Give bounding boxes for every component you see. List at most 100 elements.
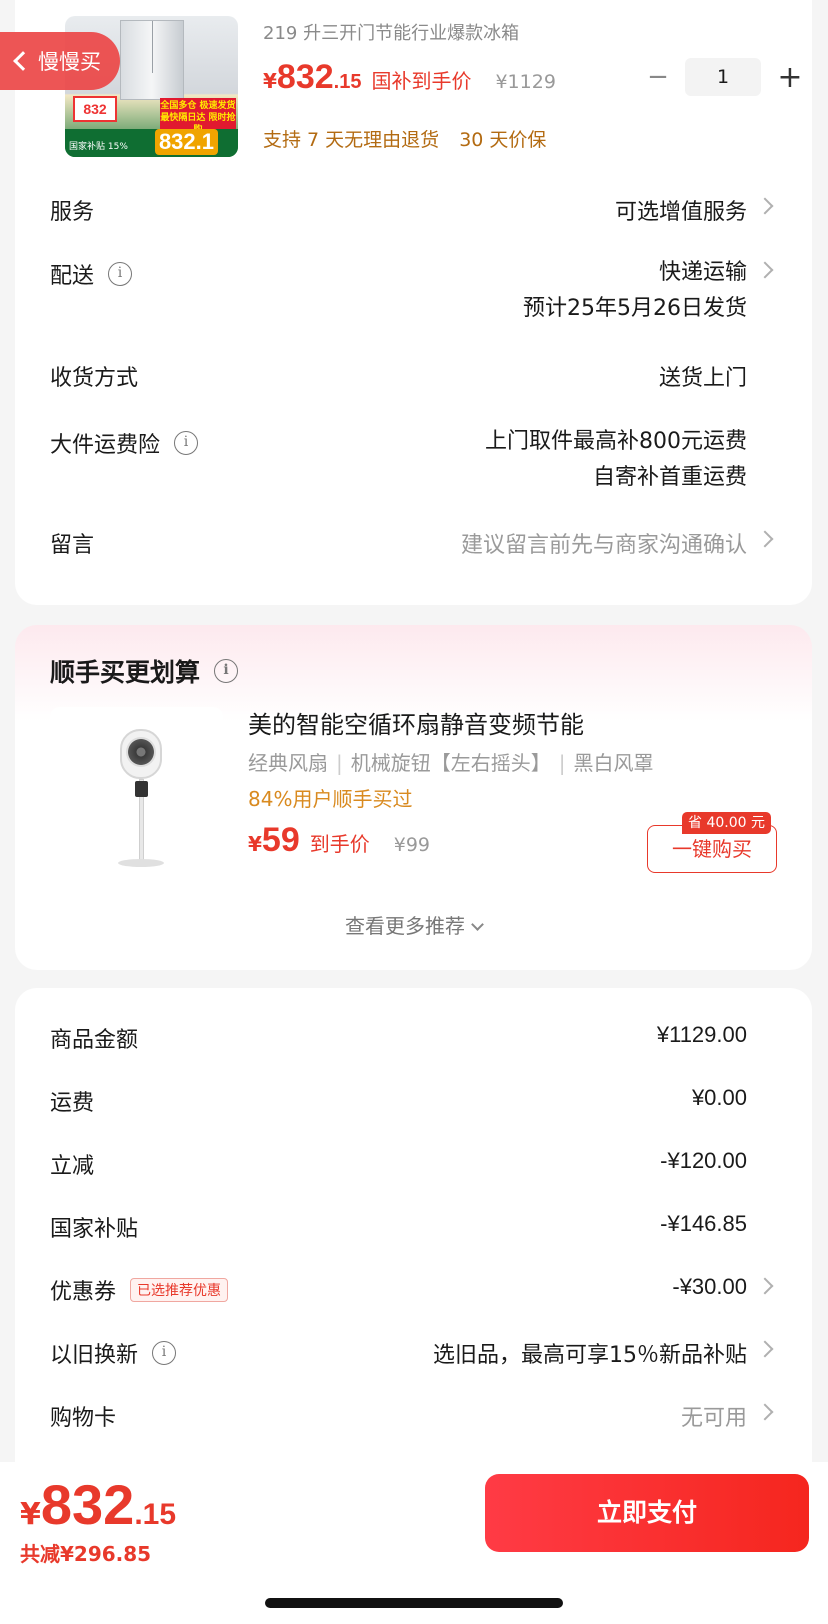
decrease-quantity-button[interactable]: − (647, 62, 669, 92)
price-currency: ¥ (263, 69, 277, 93)
summary-label: 以旧换新 (50, 1343, 139, 1368)
summary-value: -¥146.85 (660, 1211, 747, 1236)
price-decimal: .15 (333, 71, 362, 93)
product-price: ¥ 832 .15 国补到手价 ¥1129 (263, 58, 556, 102)
row-freight-insurance: 大件运费险 i 上门取件最高补800元运费 自寄补首重运费 (50, 427, 777, 490)
total-currency: ¥ (20, 1497, 41, 1532)
message-placeholder[interactable]: 建议留言前先与商家沟通确认 (461, 527, 747, 559)
summary-value: -¥30.00 (672, 1274, 747, 1299)
service-value: 可选增值服务 (614, 200, 747, 225)
fan-grill (126, 737, 156, 767)
recommendation-card: 顺手买更划算 i 美的智能空循环扇静音变频节能 经典风扇 | 机械旋钮【左右摇头】 |… (15, 625, 812, 970)
quantity-field[interactable]: 1 (685, 58, 761, 96)
original-price: ¥1129 (495, 71, 556, 93)
recommended-product-spec: 经典风扇 | 机械旋钮【左右摇头】 | 黑白风罩 (248, 751, 654, 775)
quantity-stepper: − 1 + (647, 58, 803, 96)
coupon-status-badge: 已选推荐优惠 (130, 1278, 229, 1302)
original-price: ¥99 (393, 834, 431, 856)
recommendation-title: 顺手买更划算 i (50, 653, 239, 689)
delivery-method: 快递运输 (658, 260, 747, 285)
chevron-right-icon (756, 1277, 774, 1295)
summary-value: -¥120.00 (660, 1148, 747, 1173)
summary-label: 运费 (50, 1091, 95, 1116)
summary-row-gift-card[interactable]: 购物卡 无可用 (50, 1400, 777, 1431)
social-proof: 84%用户顺手买过 (248, 787, 413, 811)
recommended-product-name[interactable]: 美的智能空循环扇静音变频节能 (248, 705, 584, 740)
delivery-value: 快递运输 预计25年5月26日发货 (523, 255, 747, 327)
image-price-tag: 832 (73, 96, 117, 122)
summary-label: 购物卡 (50, 1406, 117, 1431)
summary-label: 商品金额 (50, 1028, 139, 1053)
info-icon[interactable]: i (108, 262, 133, 286)
chevron-right-icon (756, 1340, 774, 1358)
price-currency: ¥ (248, 832, 262, 856)
info-icon[interactable]: i (174, 431, 199, 455)
row-delivery[interactable]: 配送 i 快递运输 预计25年5月26日发货 (50, 258, 777, 321)
receive-method-value: 送货上门 (658, 366, 747, 391)
checkout-bar: ¥ 832 .15 共减¥296.85 立即支付 (0, 1462, 828, 1624)
receive-method-label: 收货方式 (50, 366, 139, 391)
price-integer: 832 (276, 58, 334, 96)
info-icon[interactable]: i (214, 659, 239, 683)
more-recommendations-label: 查看更多推荐 (345, 914, 465, 938)
total-price: ¥ 832 .15 (20, 1472, 176, 1537)
chevron-left-icon (13, 51, 33, 71)
chevron-right-icon (756, 530, 774, 548)
fridge-illustration (120, 20, 184, 100)
summary-row-trade-in[interactable]: 以旧换新 i 选旧品，最高可享15％新品补贴 (50, 1337, 777, 1368)
freight-insurance-line2: 自寄补首重运费 (592, 465, 747, 490)
row-message[interactable]: 留言 建议留言前先与商家沟通确认 (50, 527, 777, 559)
price-protection-item: 30 天价保 (459, 129, 547, 151)
image-bottom-price: 832.1 (154, 129, 218, 155)
recommendation-title-text: 顺手买更划算 (50, 658, 201, 687)
summary-row-coupon[interactable]: 优惠券 已选推荐优惠 -¥30.00 (50, 1274, 777, 1305)
summary-value: ¥1129.00 (656, 1022, 747, 1047)
spec-item: 黑白风罩 (573, 751, 654, 775)
message-label: 留言 (50, 533, 95, 558)
more-recommendations-link[interactable]: 查看更多推荐 (15, 910, 812, 939)
chevron-right-icon (756, 197, 774, 215)
order-card: 832 全国多仓 极速发货 最快隔日达 限时抢购 国家补贴 15% 832.1 … (15, 0, 812, 605)
recommended-price: ¥ 59 到手价 ¥99 (248, 821, 430, 860)
total-savings: 共减¥296.85 (20, 1542, 152, 1566)
delivery-label: 配送 (50, 264, 95, 289)
summary-label: 立减 (50, 1154, 95, 1179)
summary-label: 国家补贴 (50, 1217, 139, 1242)
service-label: 服务 (50, 200, 95, 225)
pay-now-button[interactable]: 立即支付 (485, 1474, 809, 1552)
freight-insurance-value: 上门取件最高补800元运费 自寄补首重运费 (485, 424, 747, 496)
chevron-down-icon (471, 918, 484, 931)
delivery-estimate: 预计25年5月26日发货 (523, 296, 747, 321)
return-policy-item: 支持 7 天无理由退货 (263, 129, 440, 151)
chevron-right-icon (756, 1403, 774, 1421)
back-label: 慢慢买 (38, 50, 101, 74)
increase-quantity-button[interactable]: + (777, 60, 803, 95)
summary-value: 选旧品，最高可享15％新品补贴 (433, 1343, 747, 1368)
row-service[interactable]: 服务 可选增值服务 (50, 194, 777, 225)
price-label: 国补到手价 (371, 69, 472, 93)
spec-item: 经典风扇 (248, 751, 328, 775)
total-decimal: .15 (134, 1498, 177, 1531)
freight-insurance-label: 大件运费险 (50, 433, 161, 458)
price-integer: 59 (261, 821, 300, 859)
freight-insurance-line1: 上门取件最高补800元运费 (485, 429, 747, 454)
image-subsidy-text: 国家补贴 15% (69, 142, 128, 152)
summary-row: 商品金额 ¥1129.00 (50, 1022, 777, 1053)
save-badge: 省 40.00 元 (682, 812, 771, 834)
back-button[interactable]: 慢慢买 (0, 32, 120, 90)
summary-row: 立减 -¥120.00 (50, 1148, 777, 1179)
summary-value: ¥0.00 (691, 1085, 747, 1110)
chevron-right-icon (756, 261, 774, 279)
spec-item: 机械旋钮【左右摇头】 (350, 751, 551, 775)
row-receive-method: 收货方式 送货上门 (50, 360, 777, 391)
summary-label: 优惠券 (50, 1280, 117, 1305)
info-icon[interactable]: i (152, 1341, 177, 1365)
home-indicator[interactable] (265, 1598, 563, 1608)
total-integer: 832 (40, 1473, 135, 1536)
summary-row: 运费 ¥0.00 (50, 1085, 777, 1116)
recommended-product-image[interactable] (50, 707, 223, 880)
summary-value: 无可用 (680, 1406, 747, 1431)
product-title: 219 升三开门节能行业爆款冰箱 (263, 23, 520, 44)
return-policy: 支持 7 天无理由退货 30 天价保 (263, 125, 546, 152)
price-label: 到手价 (309, 832, 370, 856)
